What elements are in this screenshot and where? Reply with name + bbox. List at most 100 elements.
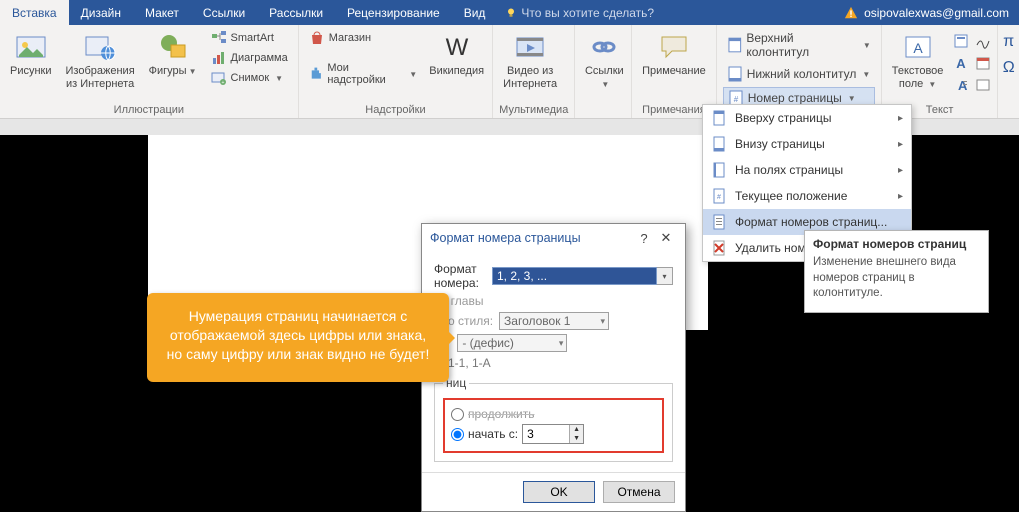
chevron-right-icon: ▸ [898, 139, 903, 150]
callout-text: Нумерация страниц начинается с отображае… [167, 308, 430, 362]
equation-icon[interactable]: π [1003, 33, 1014, 51]
group-links: Ссылки▼ [575, 25, 632, 118]
symbol-icon[interactable]: Ω [1003, 59, 1015, 77]
svg-text:W: W [445, 34, 468, 61]
chart-icon [211, 50, 227, 66]
account-email: osipovalexwas@gmail.com [864, 6, 1009, 20]
screenshot-icon: + [211, 70, 227, 86]
tab-review[interactable]: Рецензирование [335, 0, 452, 25]
number-format-dropdown[interactable]: ▾ [657, 267, 673, 285]
pn-top-of-page[interactable]: Вверху страницы▸ [703, 105, 911, 131]
dialog-title: Формат номера страницы [430, 231, 581, 245]
svg-text:A: A [913, 40, 923, 56]
screenshot-button[interactable]: + Снимок▼ [207, 69, 292, 87]
tab-insert[interactable]: Вставка [0, 0, 69, 25]
wikipedia-button[interactable]: W Википедия [427, 29, 486, 80]
link-icon [588, 31, 620, 63]
tooltip-body: Изменение внешнего вида номеров страниц … [813, 255, 980, 302]
textbox-icon: A [902, 31, 934, 63]
quick-parts-icon[interactable] [953, 33, 969, 49]
tab-view[interactable]: Вид [452, 0, 498, 25]
dialog-close-button[interactable]: ✕ [655, 230, 677, 246]
tab-layout[interactable]: Макет [133, 0, 191, 25]
wordart-icon[interactable]: A [953, 55, 969, 71]
tooltip-title: Формат номеров страниц [813, 237, 980, 251]
spin-up[interactable]: ▲ [570, 425, 583, 434]
svg-text:A: A [957, 56, 967, 71]
number-format-combo[interactable] [492, 267, 657, 285]
smartart-button[interactable]: SmartArt [207, 29, 292, 47]
spin-down[interactable]: ▼ [570, 434, 583, 443]
online-pictures-label: Изображения из Интернета [66, 65, 135, 90]
chevron-right-icon: ▸ [898, 165, 903, 176]
pn-bottom-of-page[interactable]: Внизу страницы▸ [703, 131, 911, 157]
separator-select: - (дефис) [457, 334, 567, 352]
start-at-highlight: продолжить начать с: ▲▼ [443, 398, 664, 453]
dropcap-icon[interactable]: A [953, 77, 969, 93]
example-text: 1-1, 1-A [448, 356, 673, 370]
tell-me-placeholder: Что вы хотите сделать? [521, 6, 654, 20]
group-illustrations-label: Иллюстрации [6, 103, 292, 118]
group-illustrations: Рисунки Изображения из Интернета Фигуры▼… [0, 25, 299, 118]
store-icon [309, 30, 325, 46]
bulb-icon [505, 7, 517, 19]
group-addins: Магазин Мои надстройки▼ W Википедия Надс… [299, 25, 493, 118]
pn-format-icon [711, 214, 727, 230]
ok-button[interactable]: OK [523, 481, 595, 503]
object-icon[interactable] [975, 77, 991, 93]
warning-icon [844, 6, 858, 20]
svg-text:#: # [717, 194, 721, 201]
comment-icon [658, 31, 690, 63]
tab-references[interactable]: Ссылки [191, 0, 257, 25]
pictures-button[interactable]: Рисунки [6, 29, 56, 80]
chart-button[interactable]: Диаграмма [207, 49, 292, 67]
shapes-label: Фигуры▼ [149, 65, 197, 78]
date-icon[interactable] [975, 55, 991, 71]
tab-mailings[interactable]: Рассылки [257, 0, 335, 25]
signature-icon[interactable] [975, 33, 991, 49]
page-numbering-group: ниц продолжить начать с: ▲▼ [434, 376, 673, 462]
group-comments-label: Примечания [638, 103, 710, 118]
svg-text:#: # [734, 95, 739, 104]
pictures-label: Рисунки [10, 65, 52, 78]
online-video-button[interactable]: Видео из Интернета [499, 29, 561, 92]
dialog-help-button[interactable]: ? [633, 231, 655, 246]
chevron-right-icon: ▸ [898, 191, 903, 202]
start-at-radio[interactable] [451, 428, 464, 441]
online-pictures-button[interactable]: Изображения из Интернета [62, 29, 139, 92]
wikipedia-icon: W [441, 31, 473, 63]
pn-remove-icon [711, 240, 727, 256]
account-area[interactable]: osipovalexwas@gmail.com [834, 0, 1019, 25]
start-at-label: начать с: [468, 427, 518, 441]
pn-current-icon: # [711, 188, 727, 204]
tab-design[interactable]: Дизайн [69, 0, 133, 25]
my-addins-button[interactable]: Мои надстройки▼ [305, 61, 421, 87]
header-button[interactable]: Верхний колонтитул▼ [723, 29, 875, 61]
page-number-format-dialog: Формат номера страницы ? ✕ Формат номера… [421, 223, 686, 512]
group-addins-label: Надстройки [305, 103, 486, 118]
start-at-input[interactable] [523, 425, 569, 443]
comment-button[interactable]: Примечание [638, 29, 710, 80]
video-icon [514, 31, 546, 63]
svg-text:A: A [958, 78, 968, 93]
group-symbols: π Ω [998, 25, 1019, 118]
footer-button[interactable]: Нижний колонтитул▼ [723, 64, 875, 84]
store-button[interactable]: Магазин [305, 29, 421, 47]
textbox-button[interactable]: A Текстовое поле ▼ [888, 29, 948, 92]
pictures-icon [15, 31, 47, 63]
pn-current-position[interactable]: # Текущее положение▸ [703, 183, 911, 209]
pn-page-margins[interactable]: На полях страницы▸ [703, 157, 911, 183]
format-page-numbers-tooltip: Формат номеров страниц Изменение внешнег… [804, 230, 989, 313]
chapter-style-select: Заголовок 1 [499, 312, 609, 330]
footer-icon [727, 66, 743, 82]
tell-me-search[interactable]: Что вы хотите сделать? [497, 0, 662, 25]
links-button[interactable]: Ссылки▼ [581, 29, 627, 92]
shapes-button[interactable]: Фигуры▼ [145, 29, 201, 80]
continue-label: продолжить [468, 407, 534, 421]
header-icon [727, 37, 743, 53]
continue-radio[interactable] [451, 408, 464, 421]
number-format-label: Формат номера: [434, 262, 486, 290]
group-media: Видео из Интернета Мультимедиа [493, 25, 575, 118]
cancel-button[interactable]: Отмена [603, 481, 675, 503]
ribbon-tabs: Вставка Дизайн Макет Ссылки Рассылки Рец… [0, 0, 1019, 25]
